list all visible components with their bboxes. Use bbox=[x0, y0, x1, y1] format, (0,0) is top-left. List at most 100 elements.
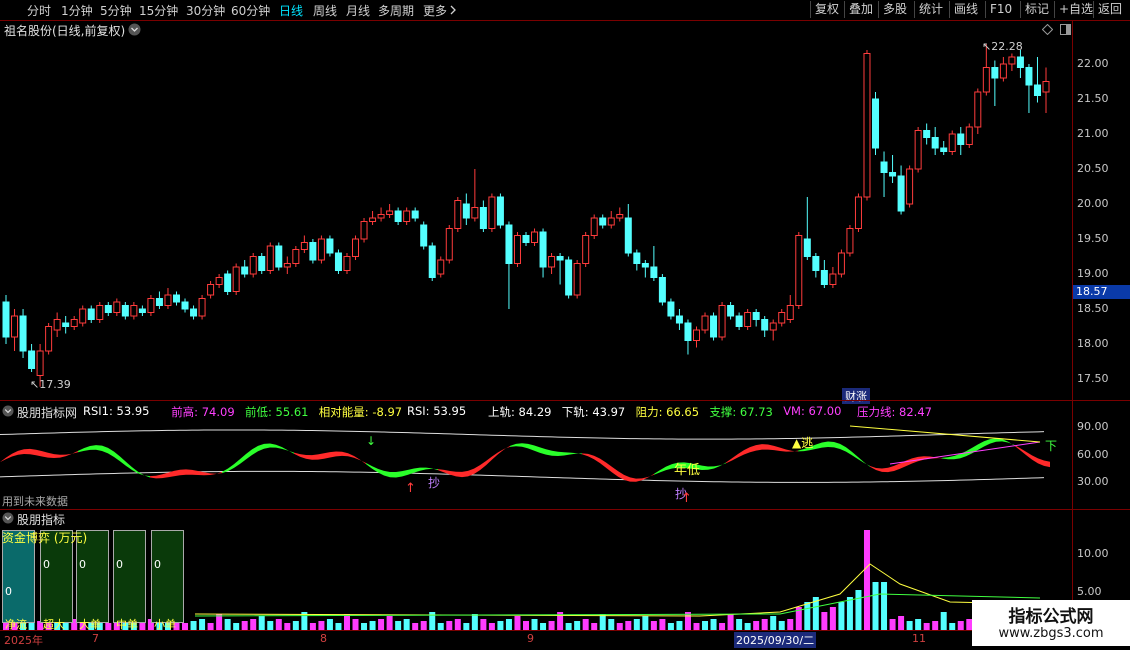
diamond-icon[interactable] bbox=[1042, 24, 1053, 35]
volume-bar bbox=[284, 623, 291, 630]
period-tab[interactable]: 日线 bbox=[279, 2, 303, 19]
volume-bar bbox=[326, 619, 333, 630]
toolbar-button[interactable]: 标记 bbox=[1020, 1, 1053, 18]
low-price-label: ↖17.39 bbox=[30, 378, 71, 391]
volume-bar bbox=[540, 623, 547, 630]
period-tab[interactable]: 多周期 bbox=[378, 2, 414, 19]
fund-boxes-title: 资金博弈 (万元) bbox=[2, 531, 88, 545]
rsi-fill bbox=[1026, 451, 1032, 460]
candle bbox=[198, 295, 206, 320]
fund-box-value: 0 bbox=[116, 558, 123, 571]
period-tab[interactable]: 月线 bbox=[346, 2, 370, 19]
candle bbox=[744, 309, 752, 330]
candle bbox=[411, 207, 419, 222]
rsi-fill bbox=[498, 449, 504, 455]
chevron-right-icon[interactable] bbox=[449, 5, 457, 15]
rsi-fill bbox=[714, 465, 720, 469]
volume-bar bbox=[497, 621, 504, 630]
volume-bar bbox=[233, 623, 240, 630]
rsi-fill bbox=[90, 445, 96, 450]
toolbar-button[interactable]: 多股 bbox=[878, 1, 911, 18]
candle bbox=[70, 316, 78, 330]
period-tab[interactable]: 1分钟 bbox=[61, 2, 93, 19]
candle bbox=[121, 302, 129, 320]
chevron-down-icon[interactable] bbox=[128, 23, 141, 36]
candle bbox=[761, 316, 769, 337]
rsi-fill bbox=[984, 439, 990, 447]
candle bbox=[207, 281, 215, 299]
candle bbox=[863, 50, 871, 201]
rsi-fill bbox=[102, 445, 108, 454]
toolbar-button[interactable]: 返回 bbox=[1093, 1, 1126, 18]
rsi-fill bbox=[54, 454, 60, 459]
rsi-fill bbox=[426, 467, 432, 470]
rsi-fill bbox=[240, 454, 246, 464]
toolbar-button[interactable]: F10 bbox=[985, 1, 1016, 18]
period-tab[interactable]: 15分钟 bbox=[139, 2, 178, 19]
candle bbox=[45, 323, 53, 355]
rsi-fill bbox=[480, 461, 486, 471]
toolbar-button[interactable]: 画线 bbox=[949, 1, 982, 18]
period-tab[interactable]: 5分钟 bbox=[100, 2, 132, 19]
rsi-fill bbox=[66, 453, 72, 457]
rsi-fill bbox=[180, 469, 186, 476]
candle bbox=[923, 123, 931, 145]
period-tab[interactable]: 60分钟 bbox=[231, 2, 270, 19]
rsi-fill bbox=[606, 462, 612, 473]
indicator-value: RSI1: 53.95 bbox=[83, 404, 150, 418]
indicator1-tick: 90.00 bbox=[1077, 420, 1109, 434]
period-tab[interactable]: 周线 bbox=[313, 2, 337, 19]
volume-bar bbox=[761, 619, 768, 630]
rsi-fill bbox=[342, 451, 348, 457]
period-tab[interactable]: 30分钟 bbox=[186, 2, 225, 19]
price-tick: 21.00 bbox=[1077, 127, 1109, 140]
fund-box-value: 0 bbox=[154, 558, 161, 571]
rsi-fill bbox=[552, 450, 558, 456]
rsi-fill bbox=[768, 444, 774, 451]
rsi-fill bbox=[300, 454, 306, 459]
window-icon[interactable] bbox=[1060, 24, 1071, 35]
indicator-value: VM: 67.00 bbox=[783, 404, 842, 418]
event-badge[interactable]: 财涨 bbox=[842, 388, 870, 404]
rsi-fill bbox=[882, 467, 888, 473]
rsi-fill bbox=[522, 443, 528, 449]
rsi-fill bbox=[1008, 441, 1014, 446]
toolbar-button[interactable]: 统计 bbox=[914, 1, 947, 18]
volume-bar bbox=[898, 616, 905, 630]
indicator1-chart[interactable] bbox=[0, 418, 1070, 510]
candle bbox=[735, 312, 743, 330]
candle bbox=[190, 305, 198, 320]
candle bbox=[582, 232, 590, 267]
toolbar-button[interactable]: 复权 bbox=[810, 1, 843, 18]
volume-bar bbox=[395, 621, 402, 630]
rsi-fill bbox=[360, 459, 366, 465]
rsi-fill bbox=[108, 447, 114, 457]
candle bbox=[275, 242, 283, 271]
candle bbox=[820, 260, 828, 288]
period-tab[interactable]: 分时 bbox=[27, 2, 51, 19]
rsi-fill bbox=[1032, 455, 1038, 464]
volume-bar bbox=[863, 530, 870, 630]
rsi-fill bbox=[780, 447, 786, 452]
rsi-fill bbox=[252, 445, 258, 455]
candle bbox=[624, 204, 632, 257]
candle bbox=[505, 221, 513, 309]
candle bbox=[172, 291, 180, 306]
chevron-down-icon[interactable] bbox=[2, 512, 14, 524]
rsi-fill bbox=[456, 471, 462, 478]
candlestick-chart[interactable] bbox=[0, 36, 1070, 400]
period-tab[interactable]: 更多 bbox=[423, 2, 447, 19]
volume-bar bbox=[292, 621, 299, 630]
toolbar-button[interactable]: 叠加 bbox=[844, 1, 877, 18]
candle bbox=[658, 274, 666, 306]
volume-bar bbox=[335, 623, 342, 630]
toolbar-button[interactable]: +自选 bbox=[1054, 1, 1097, 18]
rsi-fill bbox=[72, 450, 78, 454]
candle bbox=[897, 165, 905, 215]
candle bbox=[445, 225, 453, 264]
rsi-fill bbox=[636, 478, 642, 482]
chevron-down-icon[interactable] bbox=[2, 405, 14, 417]
rsi-fill bbox=[246, 449, 252, 460]
rsi-fill bbox=[708, 466, 714, 470]
rsi-fill bbox=[744, 447, 750, 455]
